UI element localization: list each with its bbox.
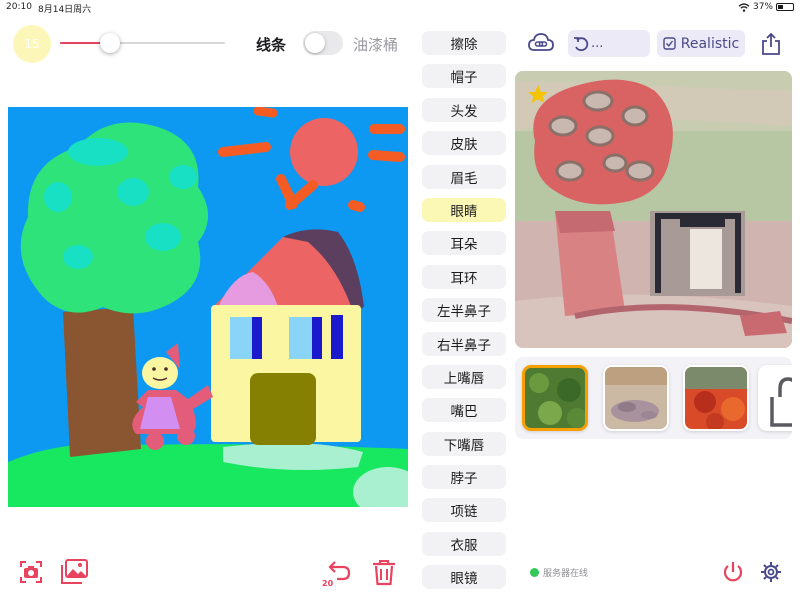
more-styles-tile[interactable]: [758, 365, 792, 431]
label-item[interactable]: 嘴巴: [422, 398, 506, 423]
brush-size-value: 15: [24, 37, 40, 51]
label-item[interactable]: 衣服: [422, 531, 506, 556]
brush-size-indicator: 15: [13, 25, 51, 63]
style-thumb-autumn-leaves[interactable]: [683, 365, 749, 431]
label-item[interactable]: 下嘴唇: [422, 431, 506, 456]
generated-result-image: [515, 71, 792, 348]
status-indicators: 37%: [738, 2, 794, 12]
server-status: 服务器在线: [530, 566, 588, 579]
rotate-left-icon: [574, 36, 589, 51]
power-icon[interactable]: [722, 561, 744, 587]
brush-size-slider[interactable]: [60, 33, 225, 53]
paint-bucket-label: 油漆桶: [353, 36, 399, 54]
label-item[interactable]: 上嘴唇: [422, 364, 506, 389]
label-item[interactable]: 擦除: [422, 31, 506, 55]
label-item[interactable]: 眼镜: [422, 565, 506, 590]
label-item[interactable]: 皮肤: [422, 131, 506, 156]
toggle-knob: [305, 33, 325, 53]
label-item[interactable]: 脖子: [422, 465, 506, 490]
label-item[interactable]: 帽子: [422, 64, 506, 89]
online-indicator: [530, 568, 539, 577]
server-status-label: 服务器在线: [543, 569, 589, 579]
gear-icon[interactable]: [760, 561, 782, 587]
camera-icon[interactable]: [19, 560, 43, 588]
label-item[interactable]: 耳朵: [422, 231, 506, 256]
style-thumbnail-strip: [515, 357, 792, 439]
history-sync-label: ...: [591, 36, 604, 51]
label-item[interactable]: 眼睛: [422, 197, 506, 222]
label-item[interactable]: 眉毛: [422, 164, 506, 189]
style-thumb-rocky-sand[interactable]: [603, 365, 669, 431]
label-item[interactable]: 右半鼻子: [422, 331, 506, 356]
slider-thumb[interactable]: [99, 33, 120, 53]
gallery-icon[interactable]: [60, 559, 89, 589]
status-time: 20:10: [6, 2, 32, 12]
style-thumb-grass[interactable]: [522, 365, 588, 431]
checkbox-icon: [663, 37, 676, 50]
label-item[interactable]: 项链: [422, 498, 506, 523]
history-sync-button[interactable]: ...: [568, 30, 650, 57]
battery-icon: [776, 3, 794, 11]
label-item[interactable]: 耳环: [422, 264, 506, 289]
trash-icon[interactable]: [372, 559, 396, 590]
undo-count: 20: [322, 579, 334, 588]
line-mode-label: 线条: [256, 36, 287, 54]
status-bar: 20:10 8月14日周六 37%: [0, 0, 800, 16]
cloud-link-icon[interactable]: [528, 32, 554, 58]
fill-mode-toggle[interactable]: [303, 31, 343, 55]
status-date: 8月14日周六: [38, 5, 92, 15]
share-icon[interactable]: [761, 32, 781, 60]
battery-percent: 37%: [752, 2, 773, 12]
bag-icon: [770, 377, 792, 427]
style-select-label: Realistic: [680, 35, 740, 52]
segment-label-list: 擦除帽子头发皮肤眉毛眼睛耳朵耳环左半鼻子右半鼻子上嘴唇嘴巴下嘴唇脖子项链衣服眼镜: [422, 31, 506, 599]
label-item[interactable]: 头发: [422, 97, 506, 122]
style-select-button[interactable]: Realistic: [657, 30, 745, 57]
label-item[interactable]: 左半鼻子: [422, 298, 506, 323]
wifi-icon: [738, 2, 750, 12]
drawing-canvas[interactable]: [8, 107, 408, 507]
